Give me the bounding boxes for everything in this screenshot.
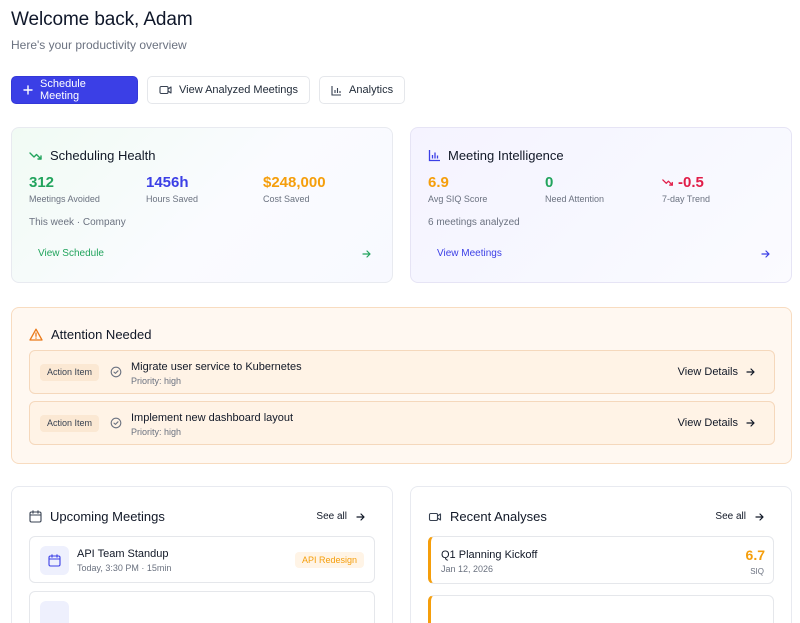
see-all-recent-link[interactable]: See all: [715, 511, 765, 522]
trending-down-icon: [662, 179, 673, 186]
upcoming-meeting-item[interactable]: [29, 591, 375, 623]
warning-triangle-icon: [29, 328, 43, 341]
view-details-label: View Details: [677, 366, 738, 378]
stat-value: 312: [29, 174, 55, 191]
scheduling-health-header: Scheduling Health: [29, 148, 156, 163]
attention-needed-card: Attention Needed Action Item Migrate use…: [11, 307, 792, 464]
arrow-right-icon: [356, 512, 365, 521]
schedule-meeting-button[interactable]: Schedule Meeting: [11, 76, 138, 104]
stat-value: 0: [545, 174, 554, 191]
page-title: Welcome back, Adam: [11, 9, 193, 30]
attention-item: Action Item Migrate user service to Kube…: [29, 350, 775, 394]
scheduling-health-card: Scheduling Health 312 Meetings Avoided 1…: [11, 127, 393, 283]
upcoming-meetings-header: Upcoming Meetings: [29, 509, 165, 524]
siq-label: SIQ: [750, 567, 764, 576]
arrow-right-icon: [755, 512, 764, 521]
view-schedule-label: View Schedule: [38, 248, 104, 259]
bar-chart-icon: [331, 85, 342, 96]
stat-value-row: -0.5: [662, 174, 779, 191]
recent-analyses-title: Recent Analyses: [450, 509, 547, 524]
siq-score: 6.7: [745, 547, 765, 563]
stat-need-attention: 0 Need Attention: [545, 174, 662, 204]
analysis-title: Q1 Planning Kickoff: [441, 549, 538, 561]
upcoming-meeting-item[interactable]: API Team Standup Today, 3:30 PM · 15min …: [29, 536, 375, 583]
view-details-label: View Details: [677, 417, 738, 429]
arrow-right-icon: [746, 368, 755, 376]
arrow-right-icon: [362, 249, 371, 258]
project-badge: API Redesign: [294, 552, 364, 568]
attention-item-priority: Priority: high: [131, 376, 182, 386]
view-details-button[interactable]: View Details: [678, 417, 756, 429]
schedule-meeting-label: Schedule Meeting: [40, 78, 86, 102]
view-schedule-link[interactable]: View Schedule: [38, 248, 372, 259]
stat-7day-trend: -0.5 7-day Trend: [662, 174, 779, 204]
analytics-button[interactable]: Analytics: [319, 76, 406, 104]
plus-icon: [23, 85, 33, 95]
stat-cost-saved: $248,000 Cost Saved: [263, 174, 380, 204]
video-icon: [428, 512, 442, 521]
arrow-right-icon: [746, 419, 755, 427]
trending-down-icon: [29, 151, 42, 160]
analytics-label: Analytics: [349, 84, 394, 96]
view-meetings-link[interactable]: View Meetings: [437, 248, 771, 259]
attention-item-title: Implement new dashboard layout: [131, 412, 294, 424]
stat-value: 1456h: [146, 174, 189, 191]
meeting-intelligence-stats: 6.9 Avg SIQ Score 0 Need Attention -0.5 …: [428, 174, 779, 204]
recent-analyses-header: Recent Analyses: [428, 509, 547, 524]
stat-value: -0.5: [678, 174, 704, 191]
stat-label: 7-day Trend: [662, 194, 711, 204]
attention-needed-title: Attention Needed: [51, 327, 152, 342]
analysis-item[interactable]: [428, 595, 774, 623]
video-icon: [159, 85, 172, 95]
calendar-icon: [48, 554, 61, 567]
meeting-intelligence-header: Meeting Intelligence: [428, 148, 564, 163]
view-meetings-label: View Meetings: [437, 248, 502, 259]
upcoming-meetings-card: Upcoming Meetings See all API Team Stand…: [11, 486, 393, 623]
attention-needed-header: Attention Needed: [29, 327, 151, 342]
stat-value: 6.9: [428, 174, 449, 191]
view-analyzed-meetings-button[interactable]: View Analyzed Meetings: [147, 76, 311, 104]
circle-check-icon: [110, 366, 122, 378]
stat-label: Meetings Avoided: [29, 194, 100, 204]
action-item-tag: Action Item: [40, 364, 100, 381]
analysis-item[interactable]: Q1 Planning Kickoff Jan 12, 2026 6.7 SIQ: [428, 536, 774, 584]
see-all-label: See all: [316, 511, 347, 522]
stat-label: Hours Saved: [146, 194, 199, 204]
analysis-date: Jan 12, 2026: [441, 564, 494, 574]
bar-chart-icon: [428, 150, 440, 162]
calendar-tile: [40, 546, 69, 575]
scheduling-health-title: Scheduling Health: [50, 148, 156, 163]
stat-label: Cost Saved: [263, 194, 310, 204]
view-details-button[interactable]: View Details: [678, 366, 756, 378]
see-all-upcoming-link[interactable]: See all: [316, 511, 366, 522]
stat-meetings-avoided: 312 Meetings Avoided: [29, 174, 146, 204]
circle-check-icon: [110, 417, 122, 429]
stat-label: Avg SIQ Score: [428, 194, 488, 204]
meeting-title: API Team Standup: [77, 548, 169, 560]
recent-analyses-card: Recent Analyses See all Q1 Planning Kick…: [410, 486, 792, 623]
stat-label: Need Attention: [545, 194, 605, 204]
see-all-label: See all: [715, 511, 746, 522]
attention-item-title: Migrate user service to Kubernetes: [131, 361, 302, 373]
stat-avg-siq: 6.9 Avg SIQ Score: [428, 174, 545, 204]
meeting-time: Today, 3:30 PM · 15min: [77, 563, 172, 573]
meeting-intelligence-title: Meeting Intelligence: [448, 148, 564, 163]
scheduling-health-stats: 312 Meetings Avoided 1456h Hours Saved $…: [29, 174, 380, 204]
upcoming-meetings-title: Upcoming Meetings: [50, 509, 165, 524]
stat-value: $248,000: [263, 174, 326, 191]
attention-item: Action Item Implement new dashboard layo…: [29, 401, 775, 445]
attention-item-priority: Priority: high: [131, 427, 182, 437]
meeting-intelligence-meta: 6 meetings analyzed: [428, 217, 520, 228]
scheduling-health-meta: This week · Company: [29, 217, 126, 228]
arrow-right-icon: [761, 249, 770, 258]
action-item-tag: Action Item: [40, 415, 100, 432]
calendar-tile: [40, 601, 69, 623]
page-subtitle: Here's your productivity overview: [11, 38, 187, 52]
view-analyzed-meetings-label: View Analyzed Meetings: [179, 84, 299, 96]
calendar-icon: [29, 510, 42, 523]
meeting-intelligence-card: Meeting Intelligence 6.9 Avg SIQ Score 0…: [410, 127, 792, 283]
action-bar: Schedule Meeting View Analyzed Meetings …: [11, 76, 406, 104]
stat-hours-saved: 1456h Hours Saved: [146, 174, 263, 204]
